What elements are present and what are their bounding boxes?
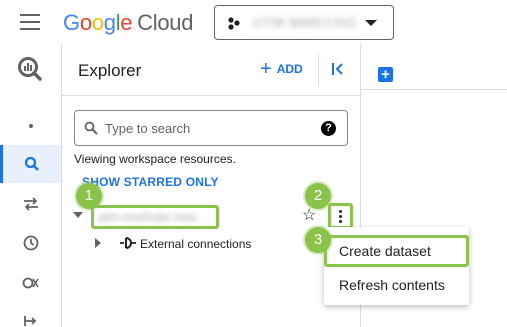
rail-item-scheduled-queries[interactable] bbox=[0, 224, 61, 262]
external-connections-label: External connections bbox=[140, 237, 252, 251]
external-connection-icon bbox=[120, 237, 136, 249]
step-badge-3: 3 bbox=[305, 227, 331, 253]
project-node-label: ptm-morfrubs reex bbox=[99, 210, 198, 224]
explorer-title: Explorer bbox=[78, 61, 142, 80]
project-name: UTM-MMKCINC bbox=[253, 15, 359, 30]
rail-item-dataflow[interactable] bbox=[0, 302, 61, 327]
step-badge-1: 1 bbox=[76, 183, 102, 209]
expand-right-icon[interactable] bbox=[95, 238, 101, 248]
rail-item-analytics-hub[interactable] bbox=[0, 264, 61, 302]
bigquery-logo-icon[interactable] bbox=[17, 56, 43, 82]
search-input[interactable] bbox=[105, 119, 305, 137]
search-field[interactable]: ? bbox=[74, 110, 348, 146]
hub-icon bbox=[22, 277, 39, 289]
show-starred-only-link[interactable]: SHOW STARRED ONLY bbox=[82, 175, 219, 189]
chevron-down-icon bbox=[365, 20, 377, 26]
pipeline-icon bbox=[23, 316, 36, 326]
plus-icon: + bbox=[260, 58, 272, 80]
collapse-panel-icon[interactable] bbox=[330, 61, 346, 77]
more-actions-button[interactable] bbox=[328, 203, 353, 229]
search-icon bbox=[84, 121, 98, 135]
menu-item-create-dataset[interactable]: Create dataset bbox=[324, 235, 469, 267]
more-vert-icon-dot bbox=[339, 215, 342, 218]
more-vert-icon bbox=[339, 210, 342, 213]
project-picker[interactable]: UTM-MMKCINC bbox=[214, 5, 394, 40]
rail-item-search[interactable] bbox=[0, 145, 61, 183]
help-icon[interactable]: ? bbox=[321, 121, 336, 136]
search-icon bbox=[24, 156, 39, 171]
editor-tab-bar: + bbox=[361, 44, 507, 90]
header-divider bbox=[318, 54, 319, 86]
rail-item-overview[interactable] bbox=[0, 107, 61, 145]
top-bar: Google Cloud UTM-MMKCINC bbox=[0, 0, 507, 44]
menu-item-label: Create dataset bbox=[339, 243, 431, 259]
menu-icon[interactable] bbox=[20, 14, 40, 30]
project-dots-icon bbox=[228, 17, 240, 30]
add-button-label: ADD bbox=[276, 62, 303, 76]
left-rail bbox=[0, 44, 62, 327]
project-node-highlight[interactable]: ptm-morfrubs reex bbox=[91, 205, 219, 229]
clock-icon bbox=[23, 235, 38, 251]
dot-icon bbox=[28, 124, 33, 128]
add-button[interactable]: + ADD bbox=[260, 58, 303, 80]
menu-item-label: Refresh contents bbox=[339, 277, 445, 293]
viewing-resources-text: Viewing workspace resources. bbox=[74, 152, 236, 166]
rail-item-data-transfers[interactable] bbox=[0, 185, 61, 223]
explorer-header: Explorer + ADD bbox=[62, 44, 360, 96]
transfer-icon bbox=[23, 197, 38, 211]
step-badge-2: 2 bbox=[305, 183, 331, 209]
context-menu: Create dataset Refresh contents bbox=[324, 227, 469, 305]
google-cloud-logo[interactable]: Google Cloud bbox=[63, 10, 193, 36]
menu-item-refresh-contents[interactable]: Refresh contents bbox=[324, 269, 469, 301]
add-tab-icon[interactable]: + bbox=[378, 67, 393, 82]
more-vert-icon-dot bbox=[339, 220, 342, 223]
expand-down-icon[interactable] bbox=[73, 212, 83, 218]
